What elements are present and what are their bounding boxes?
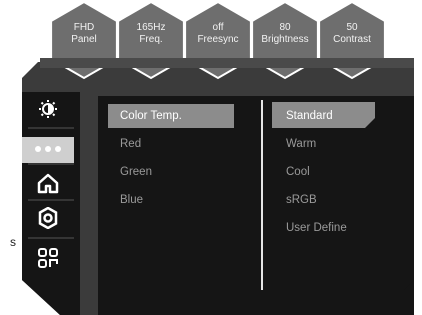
sidebar-item-brightness[interactable] bbox=[22, 98, 74, 124]
submenu-item[interactable]: Cool bbox=[274, 160, 394, 184]
top-tab[interactable]: FHD Panel bbox=[55, 22, 113, 46]
top-tab-value: 50 bbox=[346, 22, 358, 33]
top-tab-label: Freq. bbox=[139, 34, 163, 45]
sidebar-item-apps[interactable] bbox=[22, 247, 74, 273]
top-tab-label: Brightness bbox=[261, 34, 309, 45]
menu-item[interactable]: Blue bbox=[108, 188, 234, 212]
tab-shelf bbox=[40, 58, 414, 68]
top-tab[interactable]: 80 Brightness bbox=[256, 22, 314, 46]
menu-item[interactable]: Color Temp. bbox=[108, 104, 234, 128]
top-tab-value: 165Hz bbox=[136, 22, 166, 33]
brightness-icon bbox=[38, 99, 58, 124]
submenu-item[interactable]: User Define bbox=[274, 216, 394, 240]
grid-apps-icon bbox=[37, 247, 59, 274]
top-tab-value: 80 bbox=[279, 22, 291, 33]
top-tab[interactable]: 50 Contrast bbox=[323, 22, 381, 46]
menu-item[interactable]: Green bbox=[108, 160, 234, 184]
top-tab-label: Panel bbox=[71, 34, 97, 45]
top-tab-value: FHD bbox=[73, 22, 95, 33]
submenu-item[interactable]: Standard bbox=[274, 104, 394, 128]
more-dots-icon bbox=[33, 141, 63, 159]
top-tab-label: Contrast bbox=[333, 34, 371, 45]
sidebar-item-more[interactable] bbox=[22, 137, 74, 163]
menu-item[interactable]: Red bbox=[108, 132, 234, 156]
submenu-item[interactable]: Warm bbox=[274, 132, 394, 156]
submenu-item[interactable]: sRGB bbox=[274, 188, 394, 212]
settings-gear-icon bbox=[37, 206, 59, 234]
top-tab[interactable]: off Freesync bbox=[189, 22, 247, 46]
top-tab[interactable]: 165Hz Freq. bbox=[122, 22, 180, 46]
sidebar-item-settings[interactable] bbox=[22, 206, 74, 234]
top-tab-label: Freesync bbox=[197, 34, 239, 45]
icon-panel bbox=[22, 92, 80, 315]
home-icon bbox=[37, 172, 59, 199]
top-tab-value: off bbox=[212, 22, 224, 33]
sidebar-item-home[interactable] bbox=[22, 172, 74, 198]
